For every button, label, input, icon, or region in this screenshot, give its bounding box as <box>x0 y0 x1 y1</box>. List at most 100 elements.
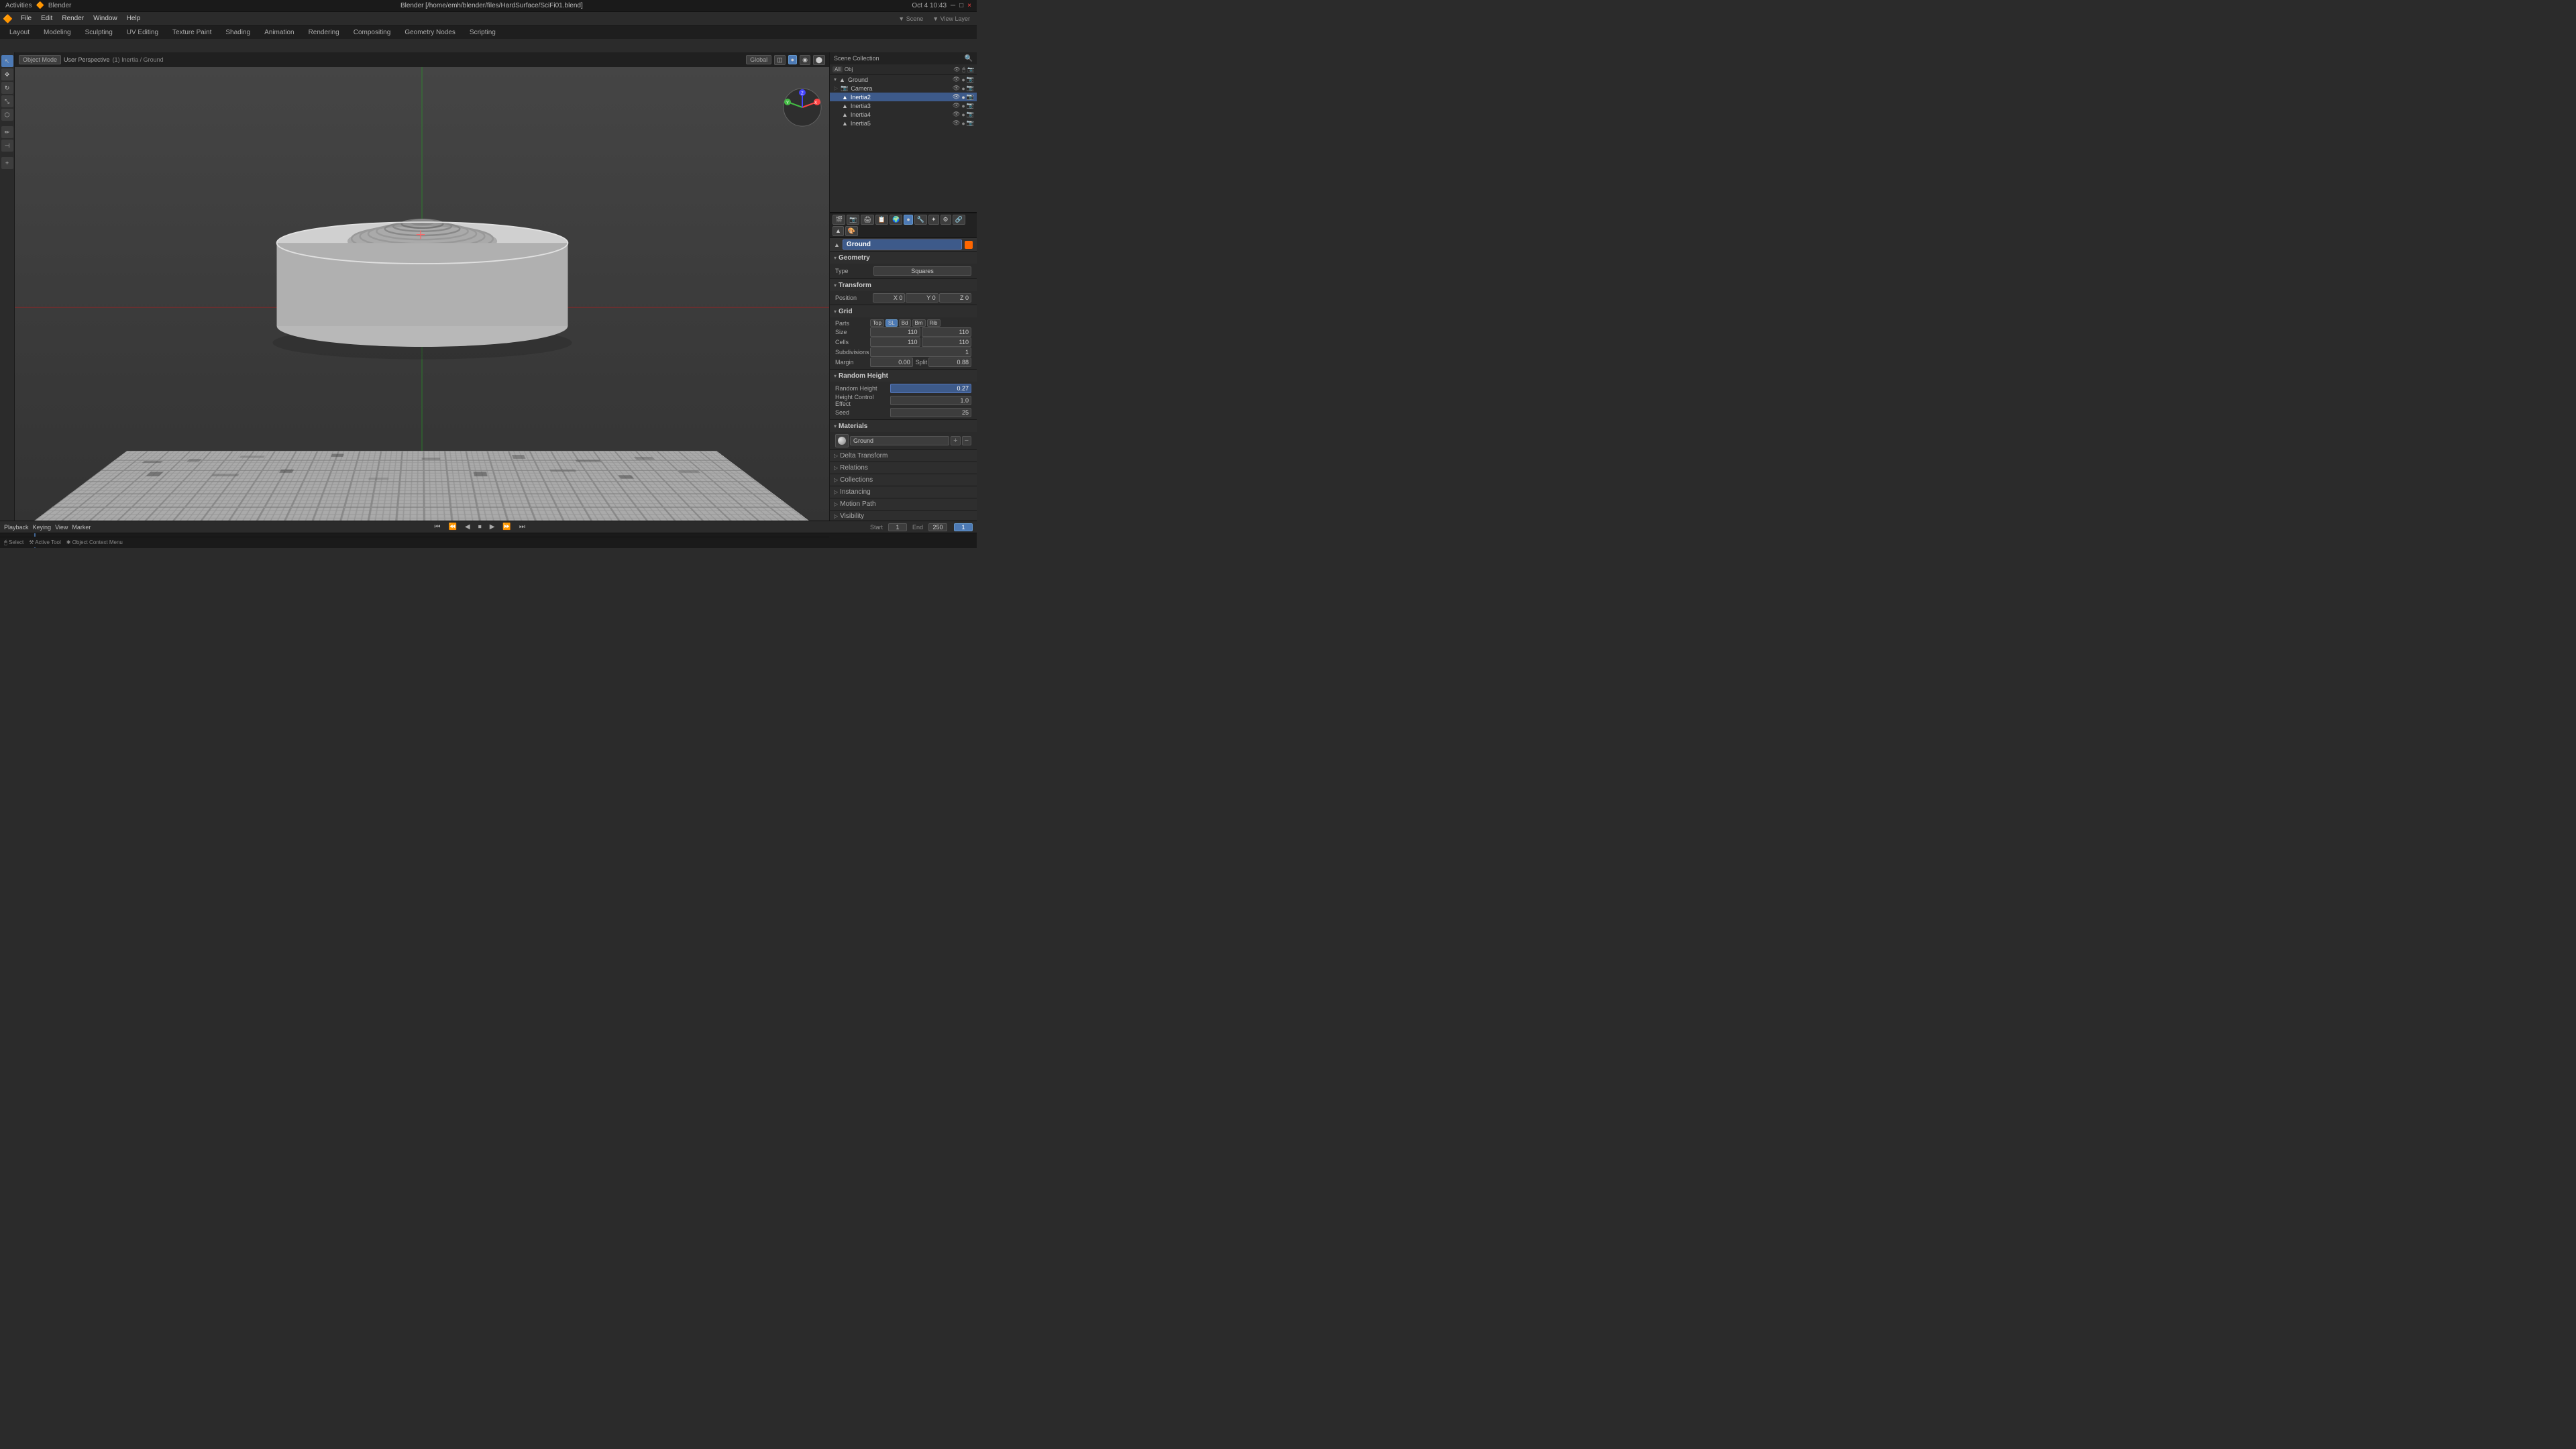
hc-value[interactable]: 1.0 <box>890 396 971 405</box>
cursor-icon-i5[interactable]: ● <box>961 120 965 127</box>
viewport[interactable]: Object Mode User Perspective (1) Inertia… <box>15 52 829 521</box>
menu-help[interactable]: Help <box>123 13 145 23</box>
tab-sl[interactable]: SL <box>885 319 898 327</box>
shading-wireframe[interactable]: ◫ <box>774 55 786 65</box>
prop-tab-material[interactable]: 🎨 <box>845 226 858 236</box>
prop-tab-physics[interactable]: ⚙ <box>941 215 951 225</box>
prop-tab-constraints[interactable]: 🔗 <box>953 215 965 225</box>
motion-path-header[interactable]: ▷ Motion Path <box>830 498 977 511</box>
outliner-row-inertia5[interactable]: ▲ Inertia5 👁 ● 📷 <box>830 119 977 127</box>
eye-icon-i2[interactable]: 👁 <box>953 93 960 101</box>
activities-label[interactable]: Activities <box>5 2 32 9</box>
play-back[interactable]: ◀ <box>463 523 472 531</box>
shading-material[interactable]: ◉ <box>800 55 810 65</box>
subdiv-val[interactable]: 1 <box>870 347 971 357</box>
outliner-row-ground[interactable]: ▾ ▲ Ground 👁 ● 📷 <box>830 75 977 84</box>
grid-header[interactable]: ▾ Grid <box>830 305 977 317</box>
material-add[interactable]: + <box>951 436 960 445</box>
filter-hide[interactable]: 🖱 <box>962 66 965 73</box>
prop-tab-view-layer[interactable]: 📋 <box>875 215 888 225</box>
eye-icon-camera[interactable]: 👁 <box>953 85 960 92</box>
render-icon-i5[interactable]: 📷 <box>967 119 974 127</box>
prop-tab-world[interactable]: 🌍 <box>890 215 902 225</box>
viewport-gizmo[interactable]: X Y Z <box>782 87 822 127</box>
play-prev-frame[interactable]: ⏪ <box>447 523 459 531</box>
tab-texture-paint[interactable]: Texture Paint <box>166 27 218 38</box>
tl-tab-keying[interactable]: Keying <box>33 524 52 531</box>
relations-header[interactable]: ▷ Relations <box>830 462 977 474</box>
prop-tab-scene[interactable]: 🎬 <box>833 215 845 225</box>
tab-bd[interactable]: Bd <box>899 319 911 327</box>
tab-modeling[interactable]: Modeling <box>37 27 78 38</box>
menu-file[interactable]: File <box>17 13 36 23</box>
tool-move[interactable]: ✥ <box>1 68 13 80</box>
outliner-search[interactable]: 🔍 <box>965 55 973 62</box>
play-next-frame[interactable]: ⏩ <box>500 523 513 531</box>
prop-tab-output[interactable]: 🖨 <box>861 215 873 225</box>
play-jump-start[interactable]: ⏮ <box>433 523 443 531</box>
play-forward[interactable]: ▶ <box>488 523 497 531</box>
tab-geometry-nodes[interactable]: Geometry Nodes <box>398 27 462 38</box>
shading-solid[interactable]: ● <box>788 55 797 64</box>
random-height-header[interactable]: ▾ Random Height <box>830 370 977 382</box>
rh-value[interactable]: 0.27 <box>890 384 971 393</box>
frame-start-val[interactable]: 1 <box>888 523 907 531</box>
outliner-row-inertia3[interactable]: ▲ Inertia3 👁 ● 📷 <box>830 101 977 110</box>
pos-z[interactable]: Z 0 <box>939 293 971 303</box>
eye-icon-i4[interactable]: 👁 <box>953 111 960 118</box>
transform-header[interactable]: ▾ Transform <box>830 279 977 291</box>
tab-rendering[interactable]: Rendering <box>302 27 346 38</box>
size-y-val[interactable]: 110 <box>922 327 972 337</box>
global-selector[interactable]: Global <box>746 55 771 64</box>
material-remove[interactable]: − <box>962 436 971 445</box>
tool-annotate[interactable]: ✏ <box>1 126 13 138</box>
outliner-row-camera[interactable]: ▷ 📷 Camera 👁 ● 📷 <box>830 84 977 93</box>
filter-restrict[interactable]: 👁 <box>953 66 960 72</box>
delta-header[interactable]: ▷ Delta Transform <box>830 450 977 462</box>
prop-tab-render[interactable]: 📷 <box>847 215 859 225</box>
menu-render[interactable]: Render <box>58 13 88 23</box>
geometry-header[interactable]: ▾ Geometry <box>830 252 977 264</box>
prop-tab-modifier[interactable]: 🔧 <box>914 215 927 225</box>
cursor-icon-i2[interactable]: ● <box>961 94 965 101</box>
seed-value[interactable]: 25 <box>890 408 971 417</box>
play-stop[interactable]: ⏹ <box>476 523 484 531</box>
eye-icon-i3[interactable]: 👁 <box>953 102 960 109</box>
tl-tab-marker[interactable]: Marker <box>72 524 91 531</box>
margin-val[interactable]: 0.00 <box>870 358 913 367</box>
scene-3d[interactable]: X Y Z <box>15 67 829 521</box>
tab-shading[interactable]: Shading <box>219 27 257 38</box>
tool-scale[interactable]: ⤡ <box>1 95 13 107</box>
collections-header[interactable]: ▷ Collections <box>830 474 977 486</box>
tab-rib[interactable]: Rib <box>927 319 941 327</box>
active-obj-name[interactable]: Ground <box>843 239 962 250</box>
tab-top[interactable]: Top <box>870 319 884 327</box>
eye-icon-ground[interactable]: 👁 <box>953 76 960 83</box>
tab-sculpting[interactable]: Sculpting <box>78 27 119 38</box>
tab-scripting[interactable]: Scripting <box>463 27 502 38</box>
tool-measure[interactable]: ⊣ <box>1 140 13 152</box>
tab-animation[interactable]: Animation <box>258 27 301 38</box>
prop-tab-data[interactable]: ▲ <box>833 226 844 236</box>
cursor-icon-i4[interactable]: ● <box>961 111 965 118</box>
cells-y-val[interactable]: 110 <box>922 337 972 347</box>
active-obj-color[interactable] <box>965 241 973 249</box>
render-icon-camera[interactable]: 📷 <box>967 85 974 92</box>
outliner-row-inertia2[interactable]: ▲ Inertia2 👁 ● 📷 <box>830 93 977 101</box>
visibility-header[interactable]: ▷ Visibility <box>830 511 977 521</box>
minimize-btn[interactable]: ─ <box>951 2 955 9</box>
pos-x[interactable]: X 0 <box>873 293 905 303</box>
maximize-btn[interactable]: □ <box>959 2 963 9</box>
render-icon-i3[interactable]: 📷 <box>967 102 974 109</box>
cells-x-val[interactable]: 110 <box>870 337 920 347</box>
cursor-icon-i3[interactable]: ● <box>961 103 965 109</box>
tool-transform[interactable]: ⬡ <box>1 109 13 121</box>
prop-tab-object[interactable]: ● <box>904 215 912 225</box>
material-name[interactable]: Ground <box>850 436 949 445</box>
menu-window[interactable]: Window <box>89 13 121 23</box>
tl-tab-playback[interactable]: Playback <box>4 524 29 531</box>
play-jump-end[interactable]: ⏭ <box>517 523 527 531</box>
shading-render[interactable]: ⬤ <box>813 55 825 65</box>
mode-selector[interactable]: Object Mode <box>19 55 61 64</box>
tool-cursor[interactable]: ↖ <box>1 55 13 67</box>
